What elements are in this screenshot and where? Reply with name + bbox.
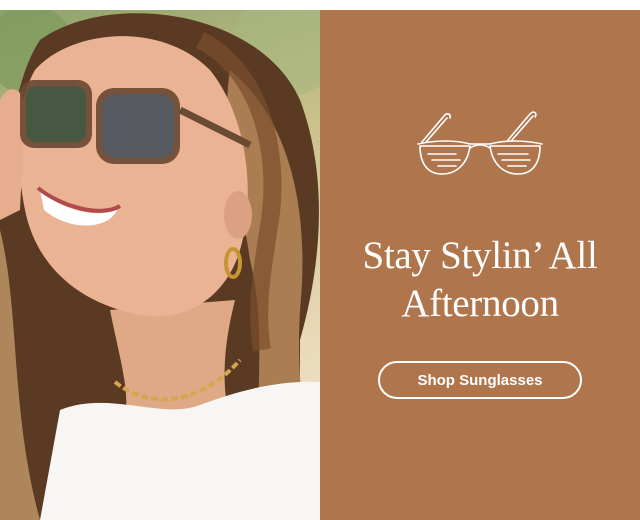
- promo-panel: Stay Stylin’ All Afternoon Shop Sunglass…: [320, 10, 640, 520]
- headline: Stay Stylin’ All Afternoon: [362, 234, 598, 325]
- shop-sunglasses-button[interactable]: Shop Sunglasses: [378, 361, 582, 399]
- sunglasses-icon: [417, 111, 543, 175]
- promo-banner[interactable]: Stay Stylin’ All Afternoon Shop Sunglass…: [0, 0, 640, 520]
- woman-wearing-sunglasses-photo: [0, 10, 320, 520]
